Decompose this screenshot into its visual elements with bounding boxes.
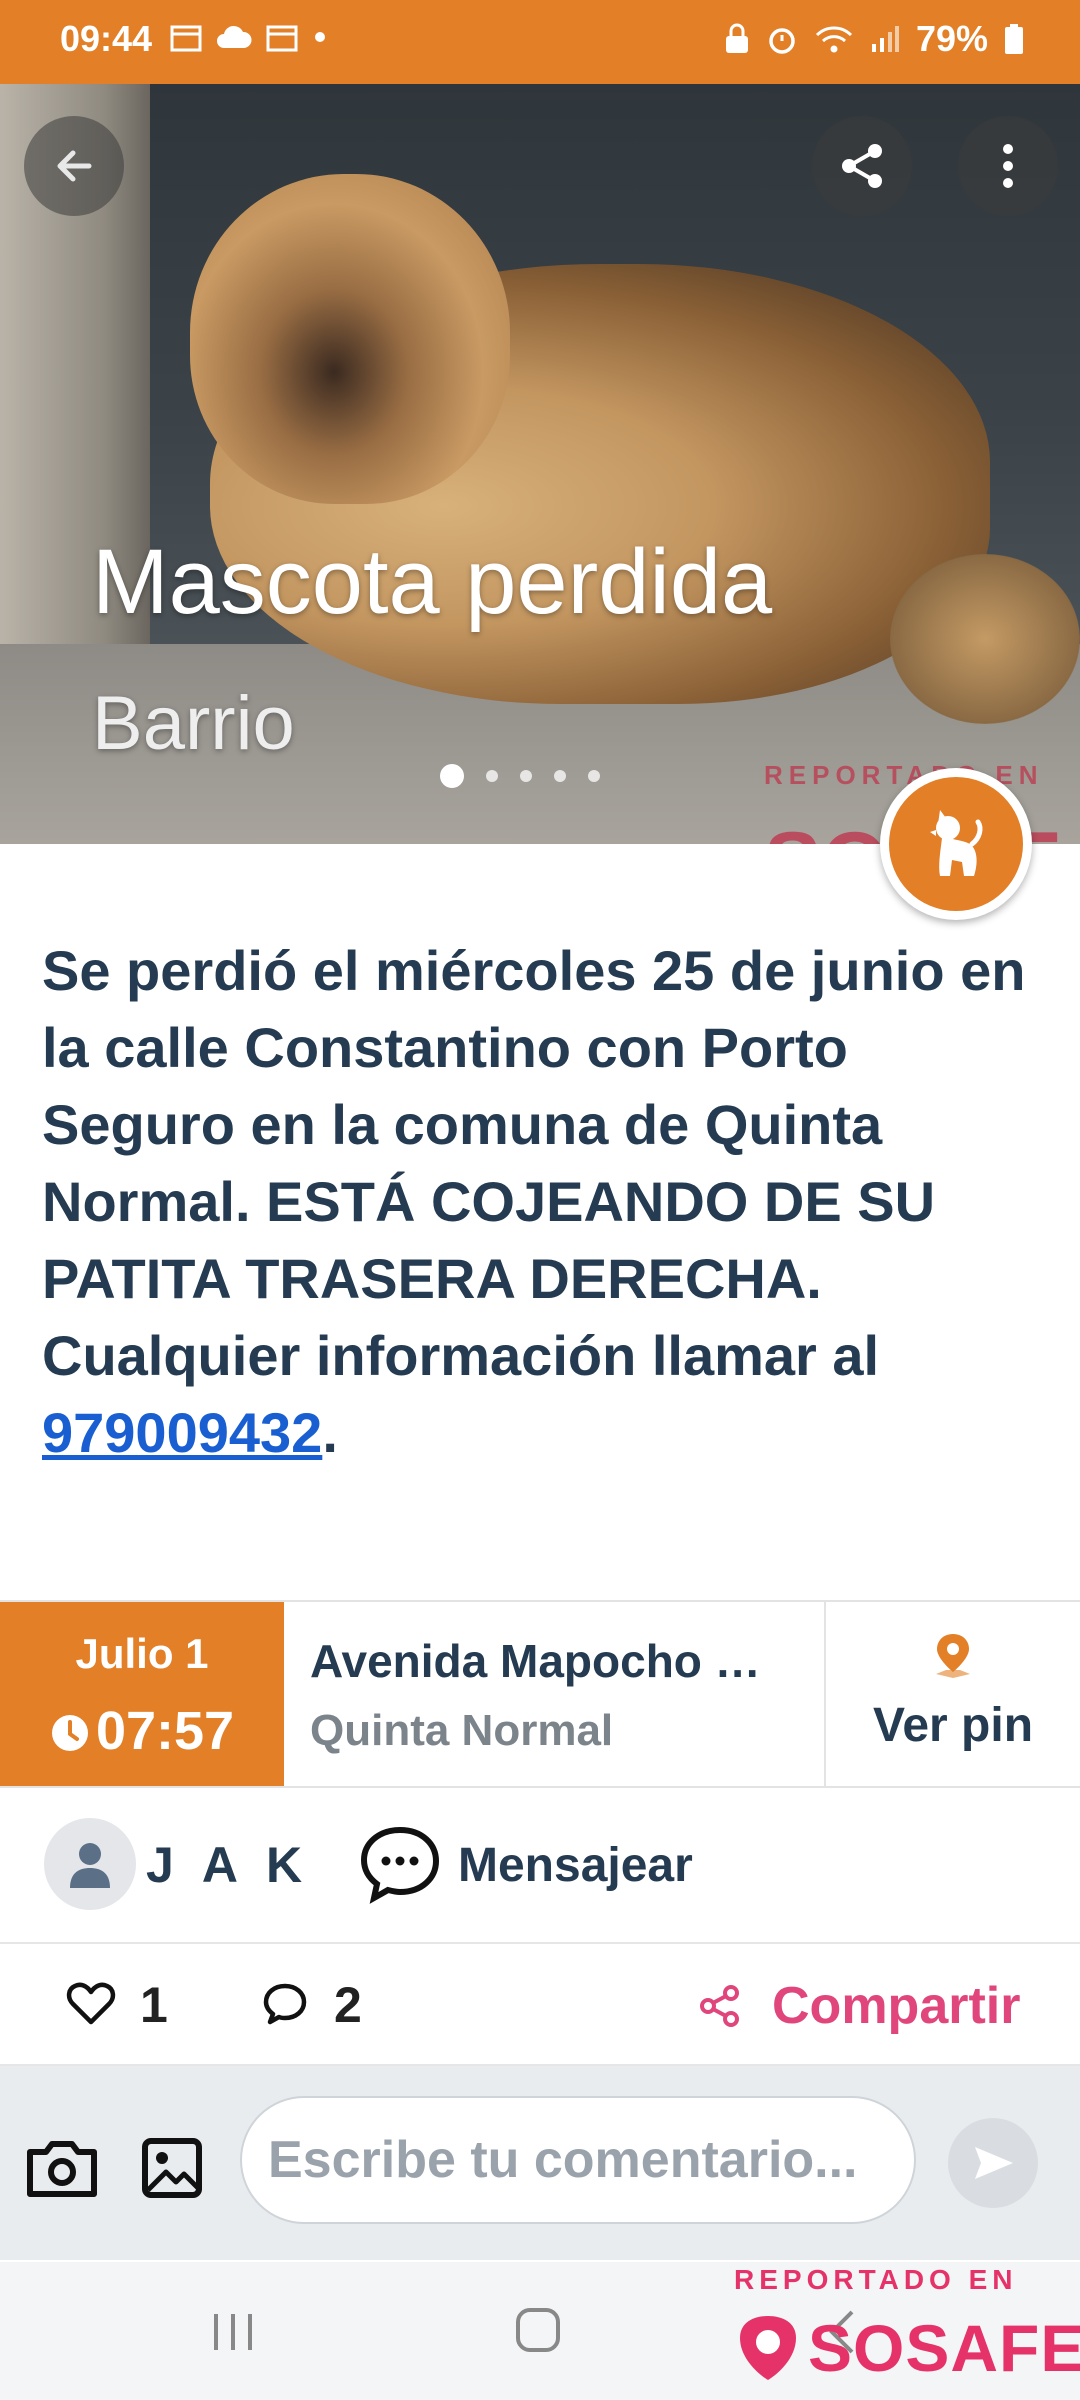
sosafe-logo: SOSAFE — [734, 2310, 1080, 2386]
camera-icon[interactable] — [24, 2136, 100, 2200]
status-right-icons: 79% — [724, 18, 1024, 60]
pager-dot[interactable] — [554, 770, 566, 782]
pager-dot[interactable] — [486, 770, 498, 782]
pet-badge-inner — [889, 777, 1023, 911]
more-options-button[interactable] — [958, 116, 1058, 216]
message-button-label[interactable]: Mensajear — [458, 1838, 693, 1893]
hero-subtitle: Barrio — [92, 681, 295, 766]
battery-percent: 79% — [915, 18, 988, 59]
calendar-icon — [170, 25, 202, 52]
pager-dot[interactable] — [440, 764, 464, 788]
dot-icon — [315, 32, 325, 42]
comment-count: 2 — [334, 1977, 362, 2033]
post-description: Se perdió el miércoles 25 de junio en la… — [42, 932, 1042, 1471]
dog-icon — [930, 810, 983, 876]
view-pin-label: Ver pin — [872, 1699, 1034, 1752]
status-left-icons — [170, 22, 328, 52]
shield-icon — [740, 2316, 796, 2380]
chat-bubble-icon[interactable] — [358, 1824, 442, 1904]
hero-title: Mascota perdida — [92, 531, 773, 633]
calendar-icon — [266, 25, 298, 52]
brand-tagline: REPORTADO EN — [734, 2264, 1018, 2295]
description-text: Se perdió el miércoles 25 de junio en la… — [42, 939, 1026, 1387]
dog-tail — [890, 554, 1080, 724]
report-info-bar: Julio 1 07:57 Avenida Mapocho … Quinta N… — [0, 1600, 1080, 1788]
clock-icon — [51, 1715, 88, 1751]
share-icon[interactable] — [698, 1984, 742, 2028]
author-name[interactable]: J A K — [146, 1836, 310, 1894]
avatar[interactable] — [44, 1818, 136, 1910]
cloud-icon — [217, 25, 252, 48]
actions-row: 1 2 Compartir — [0, 1944, 1080, 2066]
home-icon[interactable] — [514, 2306, 562, 2354]
alarm-icon — [769, 28, 795, 54]
share-label[interactable]: Compartir — [772, 1976, 1020, 2036]
report-time: 07:57 — [95, 1701, 235, 1761]
heart-icon[interactable] — [66, 1982, 116, 2026]
pet-type-badge — [880, 768, 1032, 920]
view-pin-button[interactable]: Ver pin — [826, 1602, 1080, 1786]
address-commune: Quinta Normal — [310, 1706, 614, 1755]
recents-icon[interactable] — [208, 2310, 258, 2354]
address-street: Avenida Mapocho … — [310, 1635, 761, 1687]
share-button[interactable] — [812, 116, 912, 216]
address-box[interactable]: Avenida Mapocho … Quinta Normal — [284, 1602, 826, 1786]
map-pin-icon — [936, 1634, 970, 1678]
brand-name: SOSAFE — [808, 2311, 1080, 2385]
date-time-box: Julio 1 07:57 — [0, 1602, 284, 1786]
pager-dot[interactable] — [520, 770, 532, 782]
report-date: Julio 1 — [75, 1630, 209, 1677]
phone-link[interactable]: 979009432 — [42, 1401, 322, 1464]
author-row: J A K Mensajear — [0, 1786, 1080, 1944]
like-count: 1 — [140, 1977, 168, 2033]
comment-composer — [0, 2066, 1080, 2260]
lock-icon — [725, 23, 748, 53]
signal-icon — [871, 26, 899, 52]
comment-input[interactable] — [240, 2096, 916, 2224]
wifi-icon — [815, 26, 852, 53]
arrow-left-icon — [57, 150, 92, 182]
report-time-row: 07:57 — [0, 1700, 284, 1762]
send-button[interactable] — [948, 2118, 1038, 2208]
dog-head — [190, 174, 510, 504]
more-vertical-icon — [1003, 144, 1013, 188]
description-suffix: . — [322, 1401, 338, 1464]
share-icon — [842, 144, 882, 188]
status-bar: 09:44 79% — [0, 0, 1080, 84]
image-icon[interactable] — [140, 2136, 204, 2200]
back-button[interactable] — [24, 116, 124, 216]
status-time: 09:44 — [60, 18, 153, 59]
pager-dot[interactable] — [588, 770, 600, 782]
send-icon — [975, 2147, 1013, 2179]
user-icon — [70, 1843, 110, 1888]
image-pager-dots[interactable] — [440, 764, 600, 788]
comment-icon[interactable] — [262, 1982, 308, 2026]
battery-icon — [1005, 24, 1023, 54]
